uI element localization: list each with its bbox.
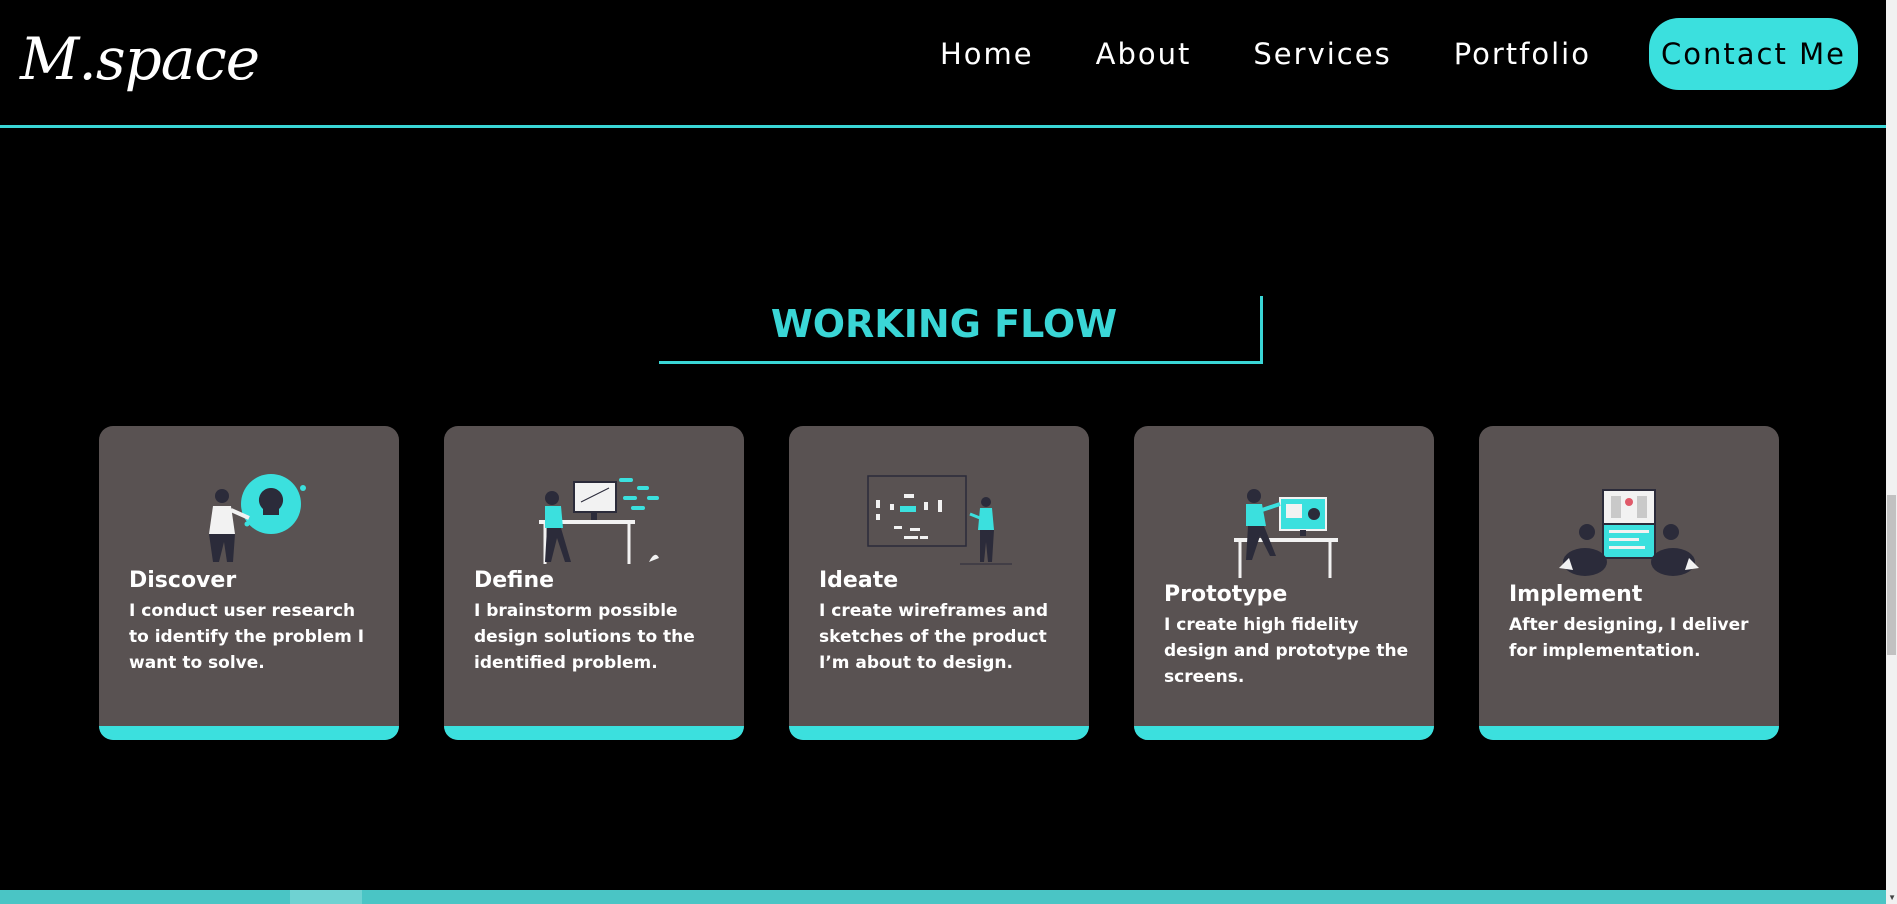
scrollbar-thumb[interactable] (1887, 495, 1896, 655)
card-title: Ideate (819, 568, 899, 593)
card-accent-bar (789, 726, 1089, 740)
workflow-cards: Discover I conduct user research to iden… (99, 426, 1824, 740)
main-nav: Home About Services Portfolio Contact Me (940, 0, 1858, 108)
define-illustration-icon (539, 478, 659, 564)
card-discover: Discover I conduct user research to iden… (99, 426, 399, 740)
nav-home[interactable]: Home (940, 37, 1034, 71)
logo[interactable]: M.space (20, 14, 260, 104)
nav-portfolio[interactable]: Portfolio (1454, 37, 1591, 71)
card-accent-bar (1134, 726, 1434, 740)
card-title: Define (474, 568, 555, 593)
card-define: Define I brainstorm possible design solu… (444, 426, 744, 740)
card-ideate: Ideate I create wireframes and sketches … (789, 426, 1089, 740)
card-description: I create wireframes and sketches of the … (819, 601, 1049, 673)
nav-about[interactable]: About (1096, 37, 1192, 71)
card-accent-bar (99, 726, 399, 740)
bottom-strip-segment (290, 890, 362, 904)
site-header: M.space Home About Services Portfolio Co… (0, 0, 1886, 128)
prototype-illustration-icon (1234, 489, 1338, 578)
nav-services[interactable]: Services (1253, 37, 1391, 71)
card-description: I conduct user research to identify the … (129, 601, 365, 673)
discover-illustration-icon (209, 474, 306, 562)
implement-illustration-icon (1559, 489, 1699, 576)
scroll-down-arrow-icon[interactable]: ▼ (1888, 893, 1896, 902)
card-title: Prototype (1164, 582, 1288, 607)
card-accent-bar (444, 726, 744, 740)
card-description: I create high fidelity design and protot… (1164, 615, 1409, 687)
ideate-illustration-icon (867, 475, 1012, 565)
bottom-strip (0, 890, 1886, 904)
card-description: I brainstorm possible design solutions t… (474, 601, 695, 673)
card-implement: Implement After designing, I deliver for… (1479, 426, 1779, 740)
card-prototype: Prototype I create high fidelity design … (1134, 426, 1434, 740)
section-title-frame: WORKING FLOW (659, 296, 1263, 364)
page-scrollbar[interactable]: ▼ (1886, 0, 1897, 904)
card-title: Discover (129, 568, 237, 593)
card-title: Implement (1509, 582, 1643, 607)
section-title: WORKING FLOW (770, 302, 1118, 346)
contact-me-button[interactable]: Contact Me (1649, 18, 1858, 90)
card-description: After designing, I deliver for implement… (1509, 615, 1749, 661)
card-accent-bar (1479, 726, 1779, 740)
